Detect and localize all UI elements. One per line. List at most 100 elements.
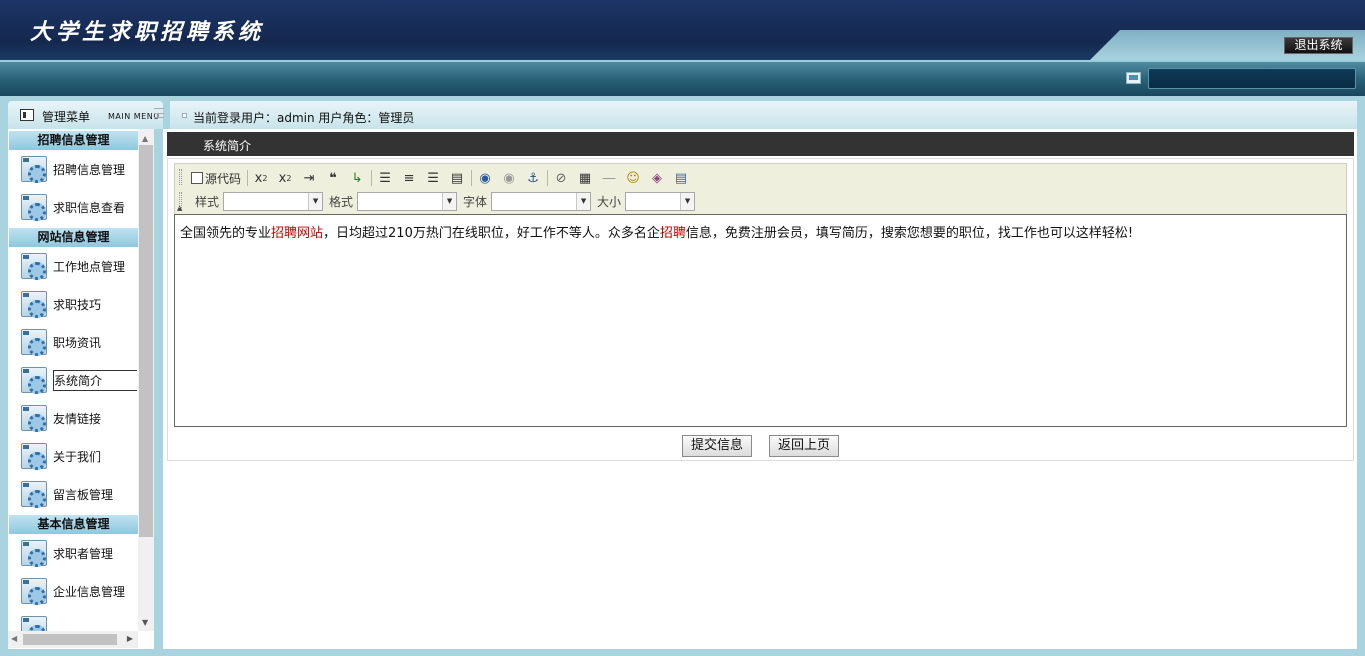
style-select[interactable]: ▼ [223,191,324,211]
gear-icon [21,481,47,508]
flash-icon[interactable]: ⊘ [551,168,571,188]
size-label: 大小 [597,194,622,209]
gear-icon [21,443,47,470]
sidebar-item-label[interactable]: 职场资讯 [53,334,101,351]
menu-vertical-scrollbar[interactable]: ▲ ▼ [138,129,154,631]
blockquote-icon[interactable]: ❝ [323,168,343,188]
content-text: 全国领先的专业 [180,226,272,241]
superscript-icon[interactable]: x2 [275,168,295,188]
link-icon[interactable]: ◉ [475,168,495,188]
menu-toggle-icon[interactable] [154,108,164,118]
monitor-icon [1126,72,1141,84]
sidebar-item-label[interactable]: 企业信息管理 [53,583,125,600]
div-icon[interactable]: ↳ [347,168,367,188]
sidebar-menu: 招聘信息管理 招聘信息管理 求职信息查看 网站信息管理 工作地点管理 求职技巧 … [8,129,154,649]
scroll-up-icon[interactable]: ▲ [142,134,148,143]
scroll-down-icon[interactable]: ▼ [142,618,148,627]
bullet-icon [182,113,187,118]
app-title: 大学生求职招聘系统 [30,19,265,45]
align-center-icon[interactable]: ≡ [399,168,419,188]
sidebar-item-label[interactable]: 求职技巧 [53,296,101,313]
toolbar-row-1: 源代码 x2 x2 ⇥ ❝ ↳ ☰ ≡ ☰ ▤ ◉ ◉ ⚓ ⊘ ▦ ― ☺ ◈ … [189,167,695,189]
sidebar-item-company-manage[interactable]: 企业信息管理 [8,572,138,610]
sidebar-item-system-intro[interactable]: 系统简介 [8,361,138,399]
scroll-right-icon[interactable]: ▶ [127,634,133,643]
align-justify-icon[interactable]: ▤ [447,168,467,188]
sidebar-item-friend-links[interactable]: 友情链接 [8,399,138,437]
source-label: 源代码 [205,171,242,186]
menu-title: 管理菜单 [42,110,91,124]
content-text: ，日均超过210万热门在线职位，好工作不等人。众多名企 [323,226,660,241]
source-button[interactable]: 源代码 [189,168,243,188]
horizontal-rule-icon[interactable]: ― [599,168,619,188]
scroll-left-icon[interactable]: ◀ [11,634,17,643]
content-link[interactable]: 招聘网站 [271,226,323,241]
sidebar-item-jobseeker-manage[interactable]: 求职者管理 [8,534,138,572]
logout-button[interactable]: 退出系统 [1284,37,1353,54]
sidebar-item-label[interactable]: 工作地点管理 [53,258,125,275]
special-char-icon[interactable]: ◈ [647,168,667,188]
menu-header: 管理菜单 MAIN MENU [8,101,163,129]
editor-content-area[interactable]: 全国领先的专业招聘网站，日均超过210万热门在线职位，好工作不等人。众多名企招聘… [174,214,1347,427]
editor-toolbar: ▲ 源代码 x2 x2 ⇥ ❝ ↳ ☰ ≡ ☰ ▤ ◉ ◉ ⚓ ⊘ ▦ ― ☺ … [174,163,1347,214]
section-title-bar: 系统简介 [167,132,1354,156]
indent-icon[interactable]: ⇥ [299,168,319,188]
sidebar-item-label[interactable]: 友情链接 [53,410,101,427]
gear-icon [21,291,47,318]
gear-icon [21,367,47,394]
chevron-down-icon: ▼ [308,192,323,210]
page-title: 系统简介 [203,139,252,153]
align-right-icon[interactable]: ☰ [423,168,443,188]
submit-button[interactable]: 提交信息 [682,435,753,457]
gear-icon [21,156,47,183]
toolbar-separator [247,170,249,186]
menu-subtitle: MAIN MENU [108,112,160,121]
smiley-icon[interactable]: ☺ [623,168,643,188]
toolbar-separator [471,170,473,186]
scrollbar-thumb[interactable] [139,145,153,537]
unlink-icon[interactable]: ◉ [499,168,519,188]
menu-group-website[interactable]: 网站信息管理 [9,228,138,247]
sidebar-item-label[interactable]: 关于我们 [53,448,101,465]
menu-horizontal-scrollbar[interactable]: ◀ ▶ [8,631,138,648]
toolbar-row-2: 样式 ▼ 格式 ▼ 字体 ▼ 大小 ▼ [189,191,696,211]
menu-icon [20,109,34,121]
menu-group-recruitment[interactable]: 招聘信息管理 [9,131,138,150]
size-select[interactable]: ▼ [625,191,696,211]
style-label: 样式 [195,194,220,209]
page-break-icon[interactable]: ▤ [671,168,691,188]
sidebar-item-workplace-news[interactable]: 职场资讯 [8,323,138,361]
sidebar-item-label[interactable]: 求职信息查看 [53,199,125,216]
sidebar-item-guestbook[interactable]: 留言板管理 [8,475,138,513]
back-button[interactable]: 返回上页 [769,435,840,457]
align-left-icon[interactable]: ☰ [375,168,395,188]
frame-border [0,649,1365,656]
subscript-icon[interactable]: x2 [251,168,271,188]
sidebar-item-label[interactable]: 系统简介 [53,370,137,391]
sidebar-item-job-tips[interactable]: 求职技巧 [8,285,138,323]
chevron-down-icon: ▼ [576,192,591,210]
format-select[interactable]: ▼ [357,191,458,211]
sidebar-item-label[interactable]: 求职者管理 [53,545,113,562]
sidebar-item-about-us[interactable]: 关于我们 [8,437,138,475]
content-link[interactable]: 招聘 [660,226,686,241]
gear-icon [21,405,47,432]
chevron-down-icon: ▼ [680,192,695,210]
gear-icon [21,194,47,221]
content-text: 信息，免费注册会员，填写简历，搜索您想要的职位，找工作也可以这样轻松! [685,226,1134,241]
menu-group-basic[interactable]: 基本信息管理 [9,515,138,534]
chevron-down-icon: ▼ [442,192,457,210]
anchor-icon[interactable]: ⚓ [523,168,543,188]
sidebar-item-label[interactable]: 留言板管理 [53,486,113,503]
current-user-text: 当前登录用户：admin 用户角色：管理员 [193,111,415,125]
scrollbar-thumb[interactable] [23,634,117,645]
font-select[interactable]: ▼ [491,191,592,211]
toolbar-separator [371,170,373,186]
sidebar-item-jobseeking-view[interactable]: 求职信息查看 [8,188,138,226]
table-icon[interactable]: ▦ [575,168,595,188]
sidebar-item-work-location[interactable]: 工作地点管理 [8,247,138,285]
frame-border [1357,96,1365,656]
gear-icon [21,540,47,567]
sidebar-item-label[interactable]: 招聘信息管理 [53,161,125,178]
sidebar-item-recruitment-manage[interactable]: 招聘信息管理 [8,150,138,188]
